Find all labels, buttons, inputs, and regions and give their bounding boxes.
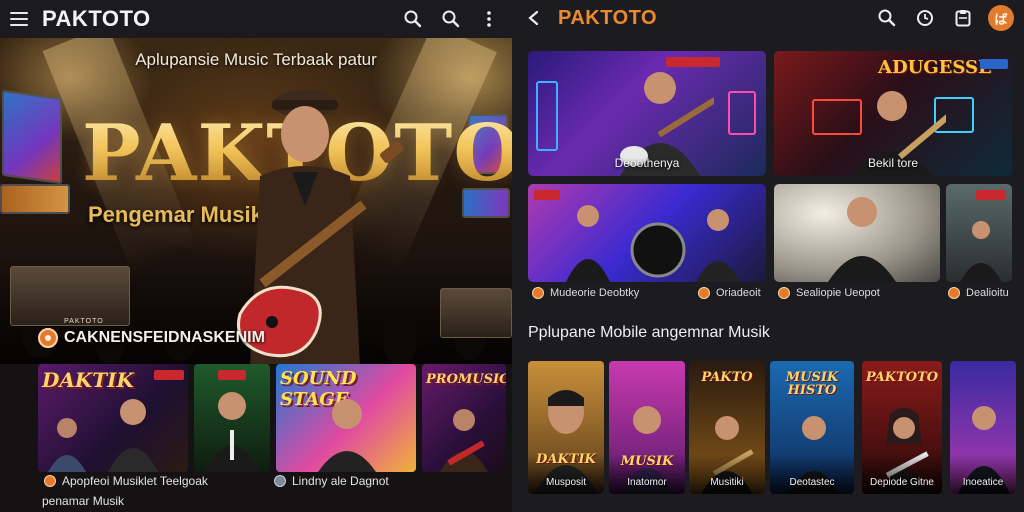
- brand-logo-icon: [38, 328, 58, 348]
- artist-image: [48, 418, 86, 472]
- app-bar: PAKTOTO: [0, 0, 512, 38]
- channel-badge[interactable]: CAKNENSFEIDNASKENIM: [38, 328, 265, 348]
- band-image: [566, 205, 740, 282]
- brand-logo-icon: [532, 287, 544, 299]
- hero-tagline: Aplupansie Music Terbaak patur: [135, 50, 377, 69]
- artist-image: [318, 399, 376, 472]
- caption-text: Mudeorie Deobtky: [550, 287, 640, 299]
- label-chip: [154, 370, 184, 380]
- poster-shade: [689, 454, 765, 494]
- caption-item[interactable]: Dealioitu: [948, 287, 1009, 299]
- video-card[interactable]: [528, 184, 766, 282]
- section-title: Pplupane Mobile angemnar Musik: [528, 324, 770, 341]
- poster-card[interactable]: PAKTO Musitiki: [689, 361, 765, 494]
- poster-shade: [950, 454, 1016, 494]
- brand-logo-icon: [948, 287, 960, 299]
- card-captions: Apopfeoi Musiklet Teelgoak Lindny ale Da…: [42, 474, 504, 510]
- poster-card[interactable]: PAKTOTO Depiode Gitne: [862, 361, 942, 494]
- music-card[interactable]: [194, 364, 270, 472]
- badge-text: CAKNENSFEIDNASKENIM: [64, 329, 265, 346]
- caption-text: Sealiopie Ueopot: [796, 287, 880, 299]
- poster-caption: Inoeatice: [962, 477, 1004, 488]
- poster-caption: Musposit: [545, 477, 586, 488]
- app-bar: PAKTOTO ば: [512, 0, 1024, 36]
- music-card[interactable]: SOUND STAGE: [276, 364, 416, 472]
- poster-card[interactable]: Inoeatice: [950, 361, 1016, 494]
- featured-card[interactable]: Deoothenya: [528, 51, 766, 176]
- avatar[interactable]: ば: [988, 5, 1014, 31]
- poster-title: PAKTOTO: [865, 370, 939, 385]
- video-card[interactable]: [774, 184, 940, 282]
- caption-text: Oriadeoit: [716, 287, 761, 299]
- video-card[interactable]: [946, 184, 1012, 282]
- poster-caption: Deotastec: [789, 477, 835, 488]
- artist-image: [204, 392, 260, 472]
- brand-logo-icon: [778, 287, 790, 299]
- app-title: PAKTOTO: [42, 6, 151, 31]
- artist-image: [440, 409, 488, 472]
- poster-title: DAKTIK: [536, 452, 596, 467]
- app-title: PAKTOTO: [558, 6, 658, 29]
- poster-shade: [770, 454, 854, 494]
- caption-item[interactable]: Mudeorie Deobtky: [532, 287, 639, 299]
- neon-panel: [536, 81, 558, 151]
- mixing-console: [10, 266, 130, 326]
- caption-text: Apopfeoi Musiklet Teelgoak: [62, 474, 208, 488]
- more-vert-icon[interactable]: [476, 6, 502, 32]
- brand-logo-icon: [44, 475, 56, 487]
- neon-panel: [728, 91, 756, 135]
- caption-text: Lindny ale Dagnot: [292, 474, 389, 488]
- badge-label: PAKTOTO: [64, 318, 104, 325]
- label-chip: [218, 370, 246, 380]
- poster-caption: Depiode Gitne: [870, 477, 934, 488]
- music-card[interactable]: DAKTIK: [38, 364, 188, 472]
- poster-shade: [862, 454, 942, 494]
- label-chip: [980, 59, 1008, 69]
- featured-banner: ADUGESSE: [878, 57, 992, 78]
- card-title: PROMUSIC: [426, 372, 506, 387]
- card-title: DAKTIK: [42, 368, 134, 392]
- menu-icon[interactable]: [10, 12, 28, 26]
- artist-image: [828, 197, 896, 282]
- search-icon[interactable]: [874, 5, 900, 31]
- poster-title: MUSIK HISTO: [785, 370, 839, 398]
- card-row: DAKTIK SOUND STAGE PROMUSIC: [38, 364, 506, 472]
- brand-logo-icon: [698, 287, 710, 299]
- poster-caption: Musitiki: [710, 477, 744, 488]
- caption-item[interactable]: Apopfeoi Musiklet Teelgoak: [44, 474, 208, 488]
- clock-icon[interactable]: [912, 5, 938, 31]
- clipboard-icon[interactable]: [950, 5, 976, 31]
- hero-banner[interactable]: Aplupansie Music Terbaak patur PAKTOTO P…: [0, 38, 512, 364]
- left-screen: PAKTOTO Aplupansie Music Terbaak patur P…: [0, 0, 512, 512]
- artist-image: [960, 221, 1002, 282]
- guitarist-image: [237, 90, 404, 364]
- poster-card[interactable]: DAKTIK Musposit: [528, 361, 604, 494]
- search-icon[interactable]: [438, 6, 464, 32]
- search-icon[interactable]: [400, 6, 426, 32]
- globe-icon: [274, 475, 286, 487]
- card-caption: Deoothenya: [614, 156, 680, 170]
- right-screen: PAKTOTO ば Deoothenya ADUGESSE Bekil tore…: [512, 0, 1024, 512]
- featured-card[interactable]: ADUGESSE Bekil tore: [774, 51, 1012, 176]
- music-card[interactable]: PROMUSIC: [422, 364, 506, 472]
- poster-title: MUSIK: [620, 454, 674, 469]
- card-caption: Bekil tore: [867, 156, 919, 170]
- caption-text: Dealioitu: [966, 287, 1009, 299]
- mixing-console: [440, 288, 512, 338]
- video-screen: [0, 184, 70, 214]
- caption-item[interactable]: Sealiopie Ueopot: [778, 287, 880, 299]
- poster-card[interactable]: MUSIK Inatomor: [609, 361, 685, 494]
- back-icon[interactable]: [522, 7, 544, 29]
- caption-text: penamar Musik: [42, 494, 125, 508]
- label-chip: [976, 190, 1006, 200]
- poster-title: PAKTO: [701, 370, 753, 385]
- poster-card[interactable]: MUSIK HISTO Deotastec: [770, 361, 854, 494]
- caption-item[interactable]: Oriadeoit: [698, 287, 761, 299]
- video-screen: [2, 89, 62, 185]
- poster-caption: Inatomor: [627, 477, 667, 488]
- caption-item[interactable]: Lindny ale Dagnot: [274, 474, 389, 488]
- artist-image: [108, 399, 158, 472]
